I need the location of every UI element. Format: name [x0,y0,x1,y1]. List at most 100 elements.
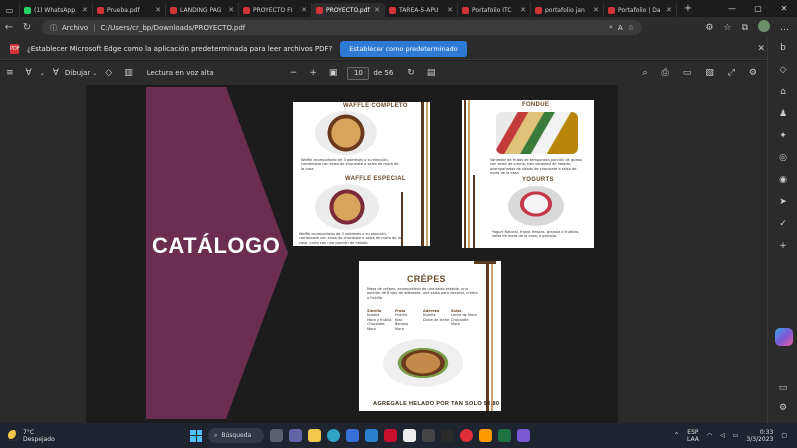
read-aloud-icon[interactable]: A [618,24,623,32]
add-icon[interactable]: + [768,241,797,251]
back-icon[interactable]: ← [0,22,18,33]
browser-tab[interactable]: portafolio jan ✕ [531,3,604,17]
drop-icon[interactable]: ✓ [768,219,797,229]
tab-favicon-icon [389,6,396,14]
save-icon[interactable]: ▭ [677,68,698,78]
set-default-button[interactable]: Establecer como predeterminado [340,40,467,57]
draw-button[interactable]: Dibujar [65,69,90,77]
menu-icon[interactable]: ≡ [0,68,20,78]
people-icon[interactable]: ♟ [768,109,797,119]
zoom-out-icon[interactable]: − [284,68,304,78]
snipping-icon[interactable] [517,429,530,442]
more-icon[interactable]: … [780,23,789,33]
save-as-icon[interactable]: ▧ [699,68,720,78]
search-box[interactable]: ⌕ Búsqueda [208,428,264,443]
browser-tab[interactable]: TAREA-5-APU ✕ [385,3,458,17]
layout-icon[interactable]: ▭ [768,383,797,393]
zoom-in-icon[interactable]: + [303,68,323,78]
browser-tab[interactable]: LANDING PAG ✕ [166,3,239,17]
clock[interactable]: 0:33 3/3/2023 [746,429,773,443]
chevron-up-icon[interactable]: ^ [674,432,679,439]
tab-close-icon[interactable]: ✕ [593,6,599,14]
tab-sidebar-toggle[interactable]: ▭ [0,3,20,17]
app-icon[interactable] [422,429,435,442]
sidebar-settings-icon[interactable]: ⚙ [768,403,797,413]
extensions-icon[interactable]: ⚙ [705,23,713,33]
teams-icon[interactable] [289,429,302,442]
document-viewer[interactable]: CATÁLOGO WAFFLE COMPLETO Waffle acompaña… [0,85,767,423]
chevron-down-icon[interactable]: ⌄ [38,70,47,77]
settings-icon[interactable]: ⚙ [743,68,763,78]
browser-tab[interactable]: PROYECTO FI ✕ [239,3,312,17]
copilot-icon[interactable] [775,328,793,346]
file-explorer-icon[interactable] [308,429,321,442]
tab-title: LANDING PAG [180,6,222,14]
maximize-icon[interactable]: ▢ [745,0,771,17]
opera-icon[interactable] [460,429,473,442]
weather-widget[interactable]: 7°C Despejado [0,429,190,443]
tab-close-icon[interactable]: ✕ [82,6,88,14]
tab-close-icon[interactable]: ✕ [374,6,380,14]
browser-tab[interactable]: (1) WhatsApp ✕ [20,3,93,17]
vscode-icon[interactable] [365,429,378,442]
start-icon[interactable] [190,429,202,442]
print-icon[interactable]: ⎙ [655,68,674,78]
outlook-icon[interactable]: ◉ [768,175,797,185]
crepes-option-column: Salsa Leche de Mora Chocolate Mora [451,309,477,327]
tab-close-icon[interactable]: ✕ [155,6,161,14]
page-number-input[interactable]: 10 [347,66,370,80]
excel-icon[interactable] [498,429,511,442]
app-icon[interactable] [441,429,454,442]
profile-avatar[interactable] [758,20,770,35]
favorites-icon[interactable]: ☆ [723,23,731,33]
tab-close-icon[interactable]: ✕ [228,6,234,14]
tab-close-icon[interactable]: ✕ [301,6,307,14]
fit-page-icon[interactable]: ▣ [323,68,344,78]
close-icon[interactable]: ✕ [757,44,765,54]
refresh-icon[interactable]: ↻ [18,22,36,33]
fullscreen-icon[interactable]: ⤢ [722,68,741,78]
wifi-icon[interactable]: ◠ [707,432,712,439]
browser-tab[interactable]: PROYECTO.pdf ✕ [312,3,385,17]
notion-icon[interactable] [403,429,416,442]
task-view-icon[interactable] [270,429,283,442]
read-aloud-button[interactable]: Lectura en voz alta [147,69,214,77]
new-tab-icon[interactable]: + [681,3,695,14]
tools-icon[interactable]: ⌂ [768,87,797,97]
browser-tab[interactable]: Prueba.pdf ✕ [93,3,166,17]
favorite-icon[interactable]: ☆ [628,24,634,32]
rotate-icon[interactable]: ↻ [401,68,421,78]
eraser-icon[interactable]: ◇ [99,68,118,78]
store-icon[interactable] [346,429,359,442]
bing-icon[interactable]: b [768,43,797,53]
draw-icon[interactable]: ∀ [47,68,65,78]
collections-icon[interactable]: ⧉ [742,23,748,33]
send-icon[interactable]: ➤ [768,197,797,207]
browser-tab[interactable]: Portafolio | Da ✕ [604,3,677,17]
edge-icon[interactable] [327,429,340,442]
office-icon[interactable]: ◎ [768,153,797,163]
notification-icon[interactable]: ▢ [781,432,787,439]
url-input[interactable]: ⓘ Archivo | C:/Users/cr_bp/Downloads/PRO… [42,20,642,35]
two-page-icon[interactable]: ▤ [421,68,442,78]
tab-close-icon[interactable]: ✕ [447,6,453,14]
highlight-icon[interactable]: ∀ [20,68,38,78]
battery-icon[interactable]: ▭ [733,432,739,439]
browser-tab[interactable]: Portafolio ITC ✕ [458,3,531,17]
chevron-down-icon[interactable]: ⌄ [90,70,99,77]
illustrator-icon[interactable] [479,429,492,442]
minimize-icon[interactable]: — [719,0,745,17]
games-icon[interactable]: ✦ [768,131,797,141]
tab-close-icon[interactable]: ✕ [520,6,526,14]
tab-close-icon[interactable]: ✕ [666,6,672,14]
language-indicator[interactable]: ESP LAA [687,429,699,443]
page-view-icon[interactable]: ▥ [118,68,139,78]
search-icon[interactable]: ⌕ [636,68,653,78]
zoom-icon[interactable]: ⌕ [609,23,613,32]
mcafee-icon[interactable] [384,429,397,442]
yogurt-title: YOGURTS [522,177,554,183]
crepes-card: CRÉPES Masa de crêpes, acompañado de una… [359,261,501,411]
tag-icon[interactable]: ◇ [768,65,797,75]
volume-icon[interactable]: ◁ [720,432,725,439]
close-window-icon[interactable]: ✕ [771,0,797,17]
